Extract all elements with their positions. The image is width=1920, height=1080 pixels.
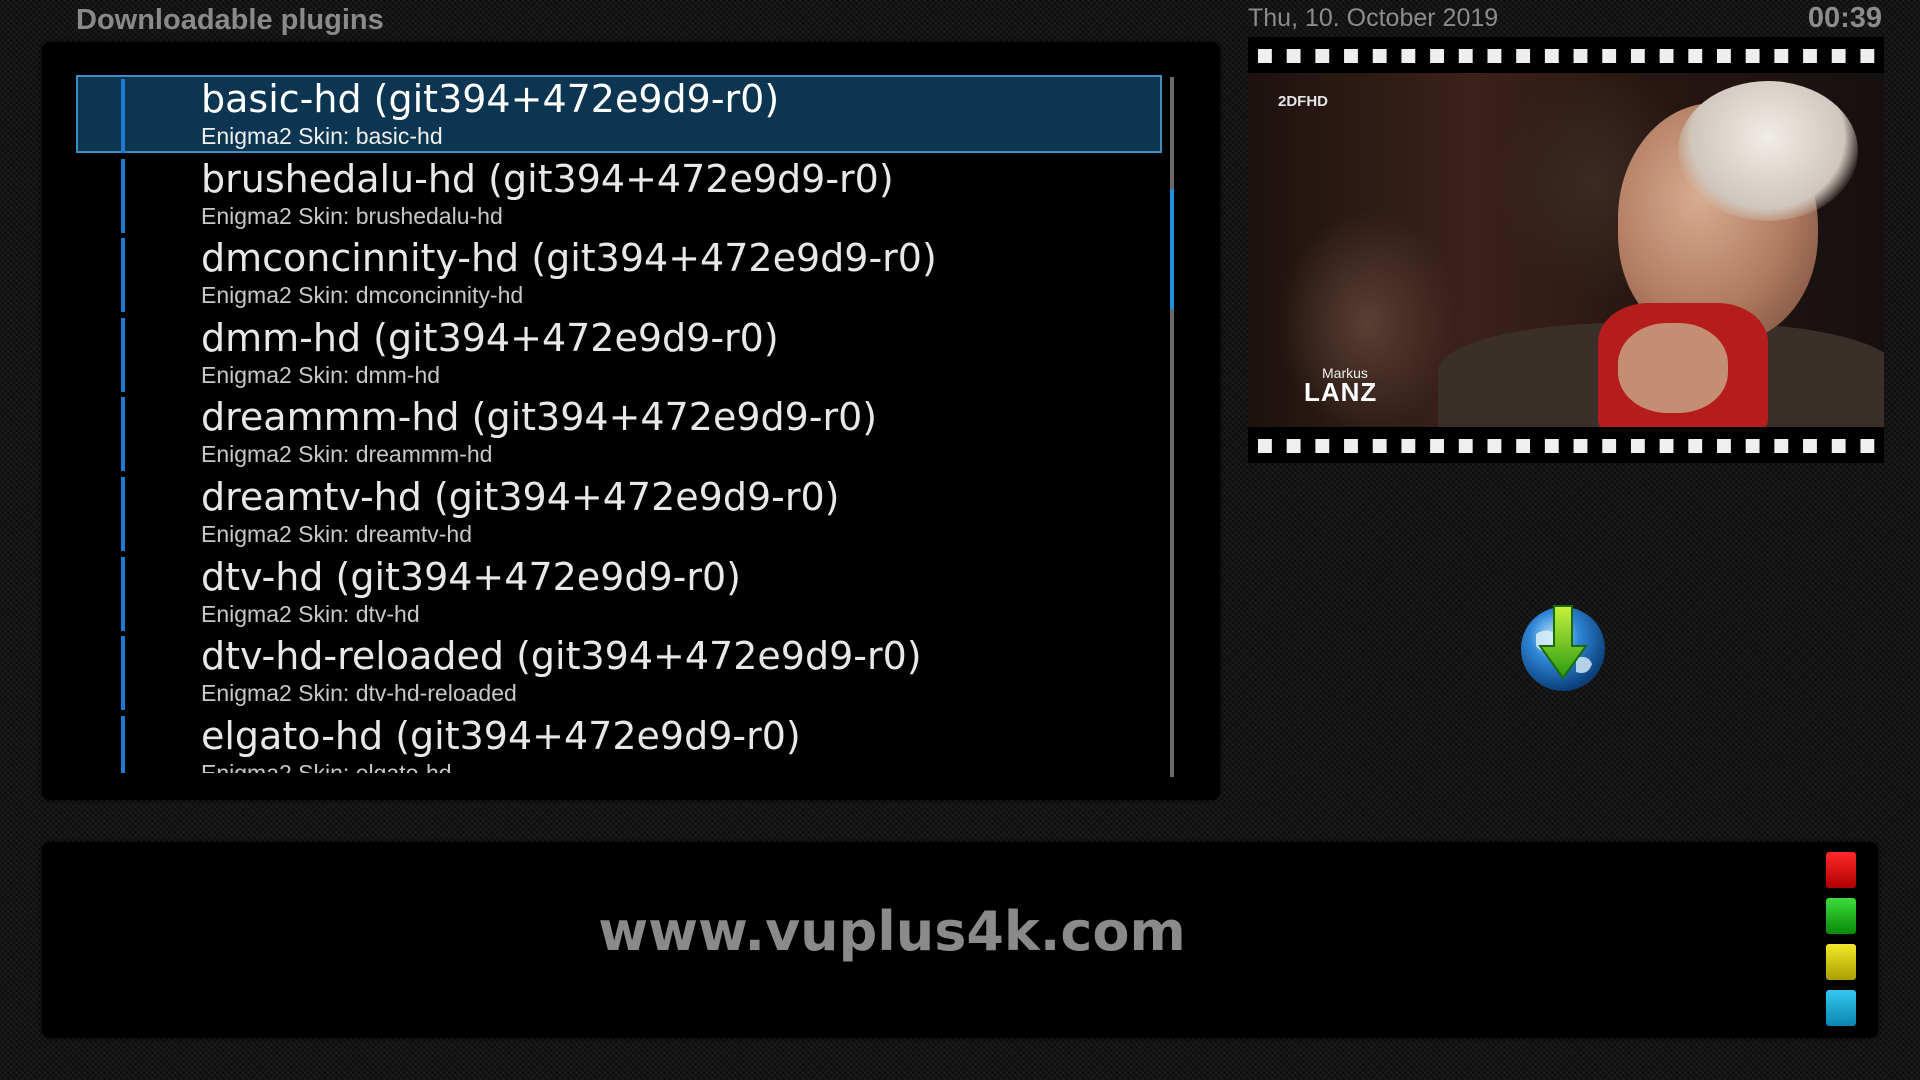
list-item[interactable]: dmm-hd (git394+472e9d9-r0) Enigma2 Skin:… [76, 314, 1162, 394]
scrollbar[interactable] [1170, 77, 1174, 777]
plugin-description: Enigma2 Skin: dtv-hd [201, 600, 420, 627]
item-indicator-bar [121, 636, 125, 711]
list-item[interactable]: brushedalu-hd (git394+472e9d9-r0) Enigma… [76, 155, 1162, 235]
plugin-name: dreamtv-hd (git394+472e9d9-r0) [201, 474, 840, 519]
green-key-button[interactable] [1826, 898, 1856, 934]
list-item[interactable]: elgato-hd (git394+472e9d9-r0) Enigma2 Sk… [76, 712, 1162, 773]
plugin-name: dreammm-hd (git394+472e9d9-r0) [201, 395, 878, 440]
preview-person-hair [1678, 81, 1858, 221]
film-strip-bottom [1248, 427, 1884, 463]
video-frame: 2DFHD Markus LANZ [1248, 73, 1884, 443]
film-strip-top [1248, 37, 1884, 73]
item-indicator-bar [121, 79, 125, 153]
list-item[interactable]: dtv-hd-reloaded (git394+472e9d9-r0) Enig… [76, 632, 1162, 712]
plugin-description: Enigma2 Skin: dtv-hd-reloaded [201, 680, 517, 707]
plugin-name: dtv-hd-reloaded (git394+472e9d9-r0) [201, 634, 922, 679]
screen-title: Downloadable plugins [76, 4, 384, 36]
yellow-key-button[interactable] [1826, 944, 1856, 980]
item-indicator-bar [121, 476, 125, 551]
list-item-selected[interactable]: basic-hd (git394+472e9d9-r0) Enigma2 Ski… [76, 75, 1162, 153]
plugin-list[interactable]: basic-hd (git394+472e9d9-r0) Enigma2 Ski… [76, 75, 1162, 773]
plugin-description: Enigma2 Skin: basic-hd [201, 123, 443, 149]
scrollbar-thumb[interactable] [1170, 189, 1174, 309]
plugin-description: Enigma2 Skin: dreammm-hd [201, 441, 493, 468]
item-indicator-bar [121, 317, 125, 392]
info-panel: www.vuplus4k.com [42, 842, 1878, 1038]
item-indicator-bar [121, 397, 125, 472]
list-item[interactable]: dmconcinnity-hd (git394+472e9d9-r0) Enig… [76, 234, 1162, 314]
plugin-name: dmconcinnity-hd (git394+472e9d9-r0) [201, 236, 937, 281]
plugin-list-panel: basic-hd (git394+472e9d9-r0) Enigma2 Ski… [42, 42, 1220, 800]
channel-logo: 2DFHD [1278, 93, 1329, 110]
preview-person-hand [1618, 323, 1728, 413]
plugin-name: elgato-hd (git394+472e9d9-r0) [201, 713, 801, 758]
plugin-name: brushedalu-hd (git394+472e9d9-r0) [201, 156, 894, 201]
list-item[interactable]: dreamtv-hd (git394+472e9d9-r0) Enigma2 S… [76, 473, 1162, 553]
plugin-name: basic-hd (git394+472e9d9-r0) [201, 77, 780, 121]
item-indicator-bar [121, 715, 125, 773]
clock-display: 00:39 [1807, 2, 1882, 34]
list-item[interactable]: dreammm-hd (git394+472e9d9-r0) Enigma2 S… [76, 393, 1162, 473]
plugin-description: Enigma2 Skin: elgato-hd [201, 759, 452, 773]
plugin-description: Enigma2 Skin: brushedalu-hd [201, 202, 503, 229]
list-item[interactable]: dtv-hd (git394+472e9d9-r0) Enigma2 Skin:… [76, 553, 1162, 633]
download-globe-icon [1518, 600, 1608, 694]
plugin-name: dmm-hd (git394+472e9d9-r0) [201, 315, 779, 360]
tv-preview: 2DFHD Markus LANZ [1248, 37, 1884, 463]
item-indicator-bar [121, 238, 125, 313]
plugin-description: Enigma2 Skin: dmconcinnity-hd [201, 282, 524, 309]
plugin-name: dtv-hd (git394+472e9d9-r0) [201, 554, 741, 599]
show-logo-big: LANZ [1304, 377, 1378, 407]
plugin-description: Enigma2 Skin: dmm-hd [201, 361, 441, 388]
item-indicator-bar [121, 158, 125, 233]
item-indicator-bar [121, 556, 125, 631]
watermark-text: www.vuplus4k.com [598, 900, 1186, 963]
blue-key-button[interactable] [1826, 990, 1856, 1026]
plugin-description: Enigma2 Skin: dreamtv-hd [201, 520, 473, 547]
red-key-button[interactable] [1826, 852, 1856, 888]
date-display: Thu, 10. October 2019 [1248, 4, 1499, 32]
